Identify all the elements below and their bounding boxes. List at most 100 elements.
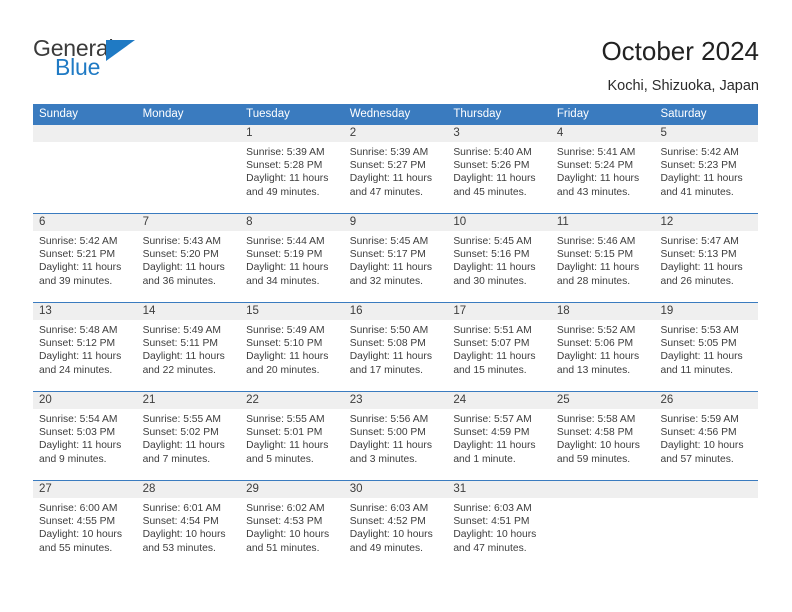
calendar-day-cell[interactable]: 27 Sunrise: 6:00 AM Sunset: 4:55 PM Dayligh… [33, 481, 137, 569]
day-detail-line: Daylight: 11 hours [39, 262, 122, 274]
calendar-day-cell[interactable]: 30 Sunrise: 6:03 AM Sunset: 4:52 PM Dayligh… [343, 481, 448, 569]
day-detail-line: Daylight: 11 hours [556, 351, 640, 363]
calendar-day-cell[interactable]: 3 Sunrise: 5:40 AM Sunset: 5:26 PM Daylight… [447, 125, 551, 213]
calendar-day-cell[interactable]: 2 Sunrise: 5:39 AM Sunset: 5:27 PM Daylight… [343, 125, 448, 213]
calendar-day-cell[interactable]: 9 Sunrise: 5:45 AM Sunset: 5:17 PM Daylight… [343, 214, 448, 302]
day-detail-line: Sunset: 4:56 PM [660, 427, 737, 439]
calendar-week-row: 20 Sunrise: 5:54 AM Sunset: 5:03 PM Dayligh… [33, 391, 759, 480]
calendar-week-row: 13 Sunrise: 5:48 AM Sunset: 5:12 PM Dayligh… [33, 302, 759, 391]
day-number: 27 [33, 481, 137, 498]
day-detail-line: Sunrise: 5:52 AM [556, 325, 636, 336]
weekday-header-sunday: Sunday [39, 108, 79, 120]
day-detail-line: Sunrise: 5:42 AM [660, 147, 739, 158]
day-detail-line: Sunset: 5:21 PM [39, 249, 116, 261]
day-detail-line: and 41 minutes. [660, 186, 734, 198]
calendar-day-cell[interactable]: 4 Sunrise: 5:41 AM Sunset: 5:24 PM Daylight… [550, 125, 655, 213]
day-detail-line: Daylight: 10 hours [39, 529, 122, 541]
day-detail-line: Sunrise: 5:48 AM [39, 325, 118, 336]
day-detail-line: Sunrise: 5:39 AM [349, 147, 429, 158]
calendar-day-cell[interactable]: 25 Sunrise: 5:58 AM Sunset: 4:58 PM Dayligh… [550, 392, 655, 480]
calendar-day-cell[interactable]: 29 Sunrise: 6:02 AM Sunset: 4:53 PM Dayligh… [240, 481, 344, 569]
day-details: Sunrise: 5:46 AM Sunset: 5:15 PM Daylight:… [551, 231, 655, 288]
calendar-day-cell[interactable]: 1 Sunrise: 5:39 AM Sunset: 5:28 PM Daylight… [240, 125, 344, 213]
page-subtitle: Kochi, Shizuoka, Japan [607, 78, 759, 94]
day-detail-line: Daylight: 11 hours [142, 440, 225, 452]
day-detail-line: Sunset: 5:27 PM [349, 160, 426, 172]
calendar-day-cell[interactable]: 14 Sunrise: 5:49 AM Sunset: 5:11 PM Dayligh… [136, 303, 241, 391]
day-details: Sunrise: 5:45 AM Sunset: 5:17 PM Daylight:… [344, 231, 448, 288]
day-detail-line: and 30 minutes. [453, 275, 527, 287]
day-detail-line: Daylight: 11 hours [453, 440, 536, 452]
day-number: 19 [654, 303, 759, 320]
day-detail-line: Daylight: 11 hours [349, 173, 432, 185]
day-detail-line: and 49 minutes. [349, 542, 424, 554]
day-detail-line: Sunset: 5:06 PM [556, 338, 634, 350]
calendar-day-cell[interactable]: 8 Sunrise: 5:44 AM Sunset: 5:19 PM Daylight… [240, 214, 344, 302]
day-number: 22 [240, 392, 344, 409]
day-details: Sunrise: 5:39 AM Sunset: 5:28 PM Daylight:… [240, 142, 344, 199]
day-detail-line: and 11 minutes. [660, 364, 733, 376]
day-detail-line: Daylight: 10 hours [349, 529, 433, 541]
day-detail-line: Daylight: 10 hours [660, 440, 744, 452]
day-number: 2 [343, 125, 448, 142]
weekday-header-friday: Friday [556, 108, 589, 120]
day-detail-line: Daylight: 11 hours [349, 351, 432, 363]
calendar-day-cell[interactable]: 15 Sunrise: 5:49 AM Sunset: 5:10 PM Dayligh… [240, 303, 344, 391]
general-blue-logo[interactable]: General Blue [33, 36, 163, 86]
calendar-day-cell[interactable]: 23 Sunrise: 5:56 AM Sunset: 5:00 PM Dayligh… [343, 392, 448, 480]
day-detail-line: Sunset: 5:05 PM [660, 338, 737, 350]
calendar-day-cell[interactable]: 5 Sunrise: 5:42 AM Sunset: 5:23 PM Daylight… [654, 125, 759, 213]
calendar-day-cell[interactable]: 16 Sunrise: 5:50 AM Sunset: 5:08 PM Dayligh… [343, 303, 448, 391]
day-detail-line: Sunset: 5:13 PM [660, 249, 737, 261]
day-number: 5 [654, 125, 759, 142]
calendar-day-cell[interactable]: 7 Sunrise: 5:43 AM Sunset: 5:20 PM Daylight… [136, 214, 241, 302]
day-details: Sunrise: 5:42 AM Sunset: 5:23 PM Daylight:… [654, 142, 758, 199]
day-details: Sunrise: 5:43 AM Sunset: 5:20 PM Daylight:… [137, 231, 241, 288]
calendar-day-cell[interactable]: 26 Sunrise: 5:59 AM Sunset: 4:56 PM Dayligh… [654, 392, 759, 480]
calendar-day-cell[interactable]: 17 Sunrise: 5:51 AM Sunset: 5:07 PM Dayligh… [447, 303, 551, 391]
day-detail-line: Sunset: 4:55 PM [39, 516, 116, 528]
page-title: October 2024 [601, 36, 759, 66]
day-detail-line: and 1 minute. [453, 453, 516, 465]
day-detail-line: and 43 minutes. [556, 186, 631, 198]
calendar-day-cell[interactable]: 22 Sunrise: 5:55 AM Sunset: 5:01 PM Dayligh… [240, 392, 344, 480]
calendar-day-cell[interactable]: 20 Sunrise: 5:54 AM Sunset: 5:03 PM Dayligh… [33, 392, 137, 480]
day-detail-line: Daylight: 11 hours [660, 351, 743, 363]
day-detail-line: and 28 minutes. [556, 275, 631, 287]
calendar-day-cell[interactable]: 13 Sunrise: 5:48 AM Sunset: 5:12 PM Dayligh… [33, 303, 137, 391]
day-detail-line: Sunset: 4:58 PM [556, 427, 634, 439]
weekday-header-wednesday: Wednesday [349, 108, 411, 120]
day-number: 13 [33, 303, 137, 320]
day-details: Sunrise: 5:57 AM Sunset: 4:59 PM Daylight:… [447, 409, 551, 466]
day-detail-line: and 15 minutes. [453, 364, 527, 376]
calendar-day-cell[interactable]: 21 Sunrise: 5:55 AM Sunset: 5:02 PM Dayligh… [136, 392, 241, 480]
day-number: 14 [136, 303, 241, 320]
day-detail-line: Sunset: 5:10 PM [246, 338, 323, 350]
calendar-day-cell[interactable]: 19 Sunrise: 5:53 AM Sunset: 5:05 PM Dayligh… [654, 303, 759, 391]
day-number: 3 [447, 125, 551, 142]
calendar-day-cell[interactable]: 28 Sunrise: 6:01 AM Sunset: 4:54 PM Dayligh… [136, 481, 241, 569]
calendar-week-row: 27 Sunrise: 6:00 AM Sunset: 4:55 PM Dayligh… [33, 480, 759, 569]
calendar-day-cell[interactable]: 6 Sunrise: 5:42 AM Sunset: 5:21 PM Daylight… [33, 214, 137, 302]
day-details: Sunrise: 6:03 AM Sunset: 4:51 PM Daylight:… [447, 498, 551, 555]
calendar-day-cell[interactable]: 31 Sunrise: 6:03 AM Sunset: 4:51 PM Dayligh… [447, 481, 551, 569]
day-detail-line: Daylight: 11 hours [660, 173, 743, 185]
calendar-day-cell[interactable]: 11 Sunrise: 5:46 AM Sunset: 5:15 PM Dayligh… [550, 214, 655, 302]
day-number [33, 125, 137, 142]
day-number [550, 481, 655, 498]
day-detail-line: Sunrise: 5:45 AM [453, 236, 532, 247]
day-detail-line: Sunset: 5:24 PM [556, 160, 634, 172]
day-detail-line: Sunset: 5:17 PM [349, 249, 426, 261]
day-detail-line: Sunrise: 5:44 AM [246, 236, 325, 247]
calendar-day-cell[interactable]: 12 Sunrise: 5:47 AM Sunset: 5:13 PM Dayligh… [654, 214, 759, 302]
day-detail-line: and 22 minutes. [142, 364, 216, 376]
day-detail-line: Sunrise: 5:40 AM [453, 147, 532, 158]
day-detail-line: Sunset: 5:01 PM [246, 427, 323, 439]
calendar-day-cell[interactable]: 24 Sunrise: 5:57 AM Sunset: 4:59 PM Dayligh… [447, 392, 551, 480]
day-detail-line: Sunrise: 6:03 AM [349, 503, 429, 514]
day-detail-line: Daylight: 11 hours [142, 262, 225, 274]
calendar-day-cell[interactable]: 10 Sunrise: 5:45 AM Sunset: 5:16 PM Dayligh… [447, 214, 551, 302]
day-detail-line: and 39 minutes. [39, 275, 113, 287]
calendar-day-cell[interactable]: 18 Sunrise: 5:52 AM Sunset: 5:06 PM Dayligh… [550, 303, 655, 391]
weekday-header-saturday: Saturday [660, 108, 707, 120]
